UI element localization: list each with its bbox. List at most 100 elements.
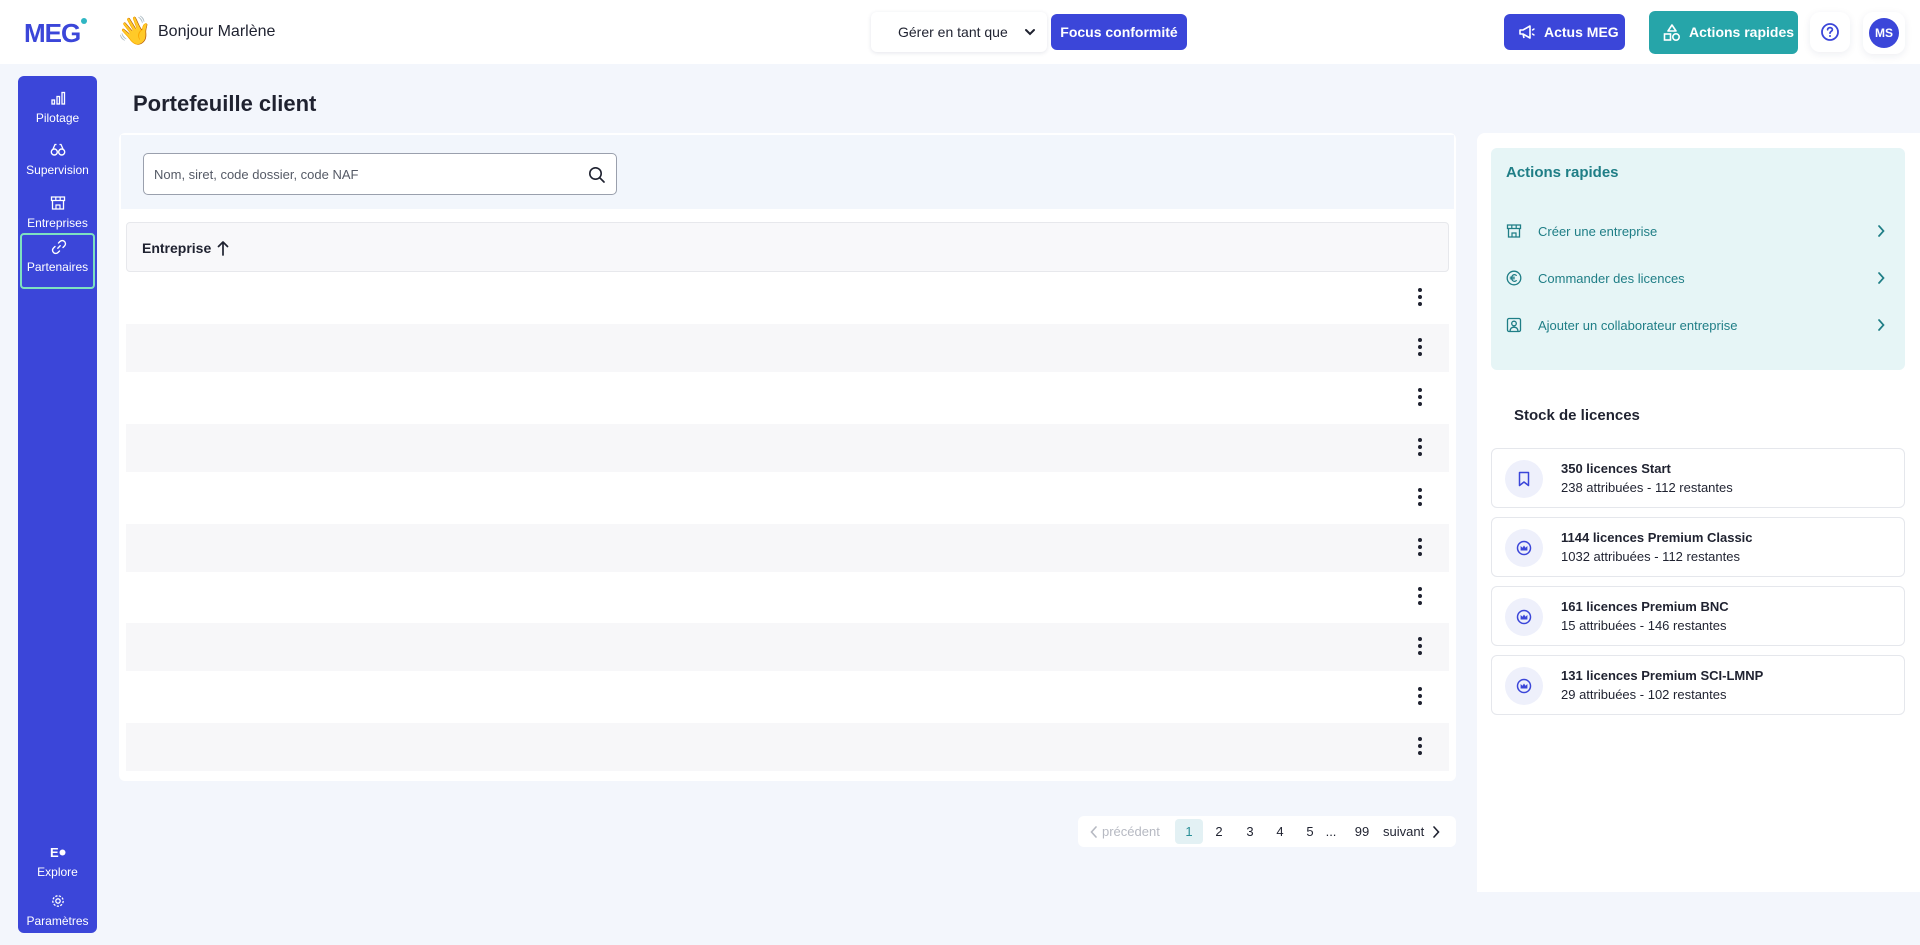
crown-icon: [1516, 609, 1532, 625]
more-options-icon[interactable]: [1417, 538, 1423, 558]
pagination-previous[interactable]: précédent: [1090, 816, 1160, 847]
euro-icon: [1506, 270, 1522, 286]
explore-icon: E: [50, 845, 66, 860]
sidebar-item-parametres[interactable]: Paramètres: [18, 887, 97, 937]
quick-actions-title: Actions rapides: [1506, 164, 1619, 181]
pagination-previous-label: précédent: [1102, 824, 1160, 839]
more-options-icon[interactable]: [1417, 637, 1423, 657]
table-row[interactable]: [126, 673, 1449, 721]
greeting-text: Bonjour Marlène: [158, 23, 276, 40]
right-column: Actions rapides Créer une entreprise Com…: [1477, 133, 1920, 892]
pagination-page[interactable]: 99: [1348, 816, 1376, 847]
licence-detail: 15 attribuées - 146 restantes: [1561, 618, 1727, 633]
more-options-icon[interactable]: [1417, 438, 1423, 458]
licence-title: 161 licences Premium BNC: [1561, 599, 1729, 614]
pagination-page[interactable]: 3: [1236, 816, 1264, 847]
table-row[interactable]: [126, 424, 1449, 472]
table-row[interactable]: [126, 324, 1449, 372]
pagination-page[interactable]: 2: [1205, 816, 1233, 847]
page-title: Portefeuille client: [133, 91, 317, 116]
portfolio-panel: Entreprise: [119, 133, 1456, 781]
chevron-right-icon: [1878, 319, 1885, 331]
table-row[interactable]: [126, 524, 1449, 572]
more-options-icon[interactable]: [1417, 488, 1423, 508]
sidebar-item-label: Partenaires: [26, 260, 89, 274]
more-options-icon[interactable]: [1417, 687, 1423, 707]
gear-icon: [52, 895, 64, 907]
chevron-down-icon: [1025, 29, 1035, 36]
sidebar-item-partenaires[interactable]: Partenaires: [20, 233, 95, 289]
store-icon: [1506, 224, 1522, 238]
crown-icon: [1516, 678, 1532, 694]
table-row[interactable]: [126, 623, 1449, 671]
top-bar: MEG 👋 Bonjour Marlène Gérer en tant que …: [0, 0, 1920, 64]
sidebar-item-pilotage[interactable]: Pilotage: [18, 84, 97, 134]
actus-meg-button[interactable]: Actus MEG: [1504, 14, 1625, 50]
actions-rapides-button[interactable]: Actions rapides: [1649, 11, 1798, 54]
chevron-right-icon: [1878, 225, 1885, 237]
actions-rapides-label: Actions rapides: [1689, 24, 1795, 40]
quick-action-label: Créer une entreprise: [1538, 224, 1658, 239]
more-options-icon[interactable]: [1417, 587, 1423, 607]
user-avatar[interactable]: MS: [1863, 12, 1905, 54]
user-badge-icon: [1506, 317, 1522, 333]
sidebar-item-label: Paramètres: [26, 914, 89, 928]
quick-action-order-licences[interactable]: Commander des licences: [1491, 260, 1905, 296]
megaphone-icon: [1519, 25, 1535, 39]
crown-icon: [1516, 540, 1532, 556]
focus-conformite-button[interactable]: Focus conformité: [1051, 14, 1187, 50]
pagination-ellipsis: ...: [1325, 824, 1337, 839]
table-row[interactable]: [126, 474, 1449, 522]
licence-title: 131 licences Premium SCI-LMNP: [1561, 668, 1764, 683]
quick-actions-box: Actions rapides Créer une entreprise Com…: [1491, 148, 1905, 370]
chevron-right-icon: [1878, 272, 1885, 284]
sidebar-item-supervision[interactable]: Supervision: [18, 136, 97, 186]
sidebar-item-label: Entreprises: [27, 216, 88, 230]
licence-card-premium-classic: 1144 licences Premium Classic 1032 attri…: [1491, 517, 1905, 577]
pagination-page[interactable]: 4: [1266, 816, 1294, 847]
licence-card-start: 350 licences Start 238 attribuées - 112 …: [1491, 448, 1905, 508]
licence-detail: 238 attribuées - 112 restantes: [1561, 480, 1733, 495]
more-options-icon[interactable]: [1417, 288, 1423, 308]
pagination-page[interactable]: 5: [1296, 816, 1324, 847]
quick-action-create-company[interactable]: Créer une entreprise: [1491, 213, 1905, 249]
bookmark-icon: [1518, 471, 1530, 487]
more-options-icon[interactable]: [1417, 737, 1423, 757]
more-options-icon[interactable]: [1417, 388, 1423, 408]
table-row[interactable]: [126, 573, 1449, 621]
meg-logo[interactable]: MEG: [24, 18, 88, 49]
licence-detail: 1032 attribuées - 112 restantes: [1561, 549, 1740, 564]
column-header-entreprise[interactable]: Entreprise: [142, 240, 211, 256]
pagination-next[interactable]: suivant: [1383, 816, 1440, 847]
binoculars-icon: [50, 143, 66, 156]
table-row[interactable]: [126, 723, 1449, 771]
table-row[interactable]: [126, 274, 1449, 322]
search-box[interactable]: [143, 153, 617, 195]
quick-action-label: Commander des licences: [1538, 271, 1685, 286]
help-button[interactable]: [1810, 12, 1850, 52]
search-icon[interactable]: [588, 166, 606, 184]
licence-icon-bubble: [1505, 529, 1543, 567]
search-area: [121, 135, 1454, 209]
sidebar-item-label: Explore: [37, 865, 78, 879]
sidebar-item-entreprises[interactable]: Entreprises: [18, 189, 97, 239]
licence-icon-bubble: [1505, 598, 1543, 636]
more-options-icon[interactable]: [1417, 338, 1423, 358]
table-row[interactable]: [126, 374, 1449, 422]
quick-action-label: Ajouter un collaborateur entreprise: [1538, 318, 1738, 333]
pagination-page[interactable]: 1: [1175, 819, 1203, 844]
quick-action-add-collaborator[interactable]: Ajouter un collaborateur entreprise: [1491, 307, 1905, 343]
help-icon: [1821, 23, 1839, 41]
licence-stock-title: Stock de licences: [1514, 407, 1640, 424]
search-input[interactable]: [154, 164, 574, 184]
licence-card-premium-sci-lmnp: 131 licences Premium SCI-LMNP 29 attribu…: [1491, 655, 1905, 715]
store-icon: [50, 196, 66, 210]
sidebar-item-label: Supervision: [26, 163, 89, 177]
sort-ascending-icon[interactable]: [215, 239, 231, 257]
sidebar-item-explore[interactable]: E Explore: [18, 838, 97, 888]
actus-meg-label: Actus MEG: [1544, 24, 1619, 40]
licence-icon-bubble: [1505, 460, 1543, 498]
manage-as-dropdown[interactable]: Gérer en tant que: [871, 12, 1047, 52]
link-icon: [51, 239, 67, 255]
pagination: précédent 1 2 3 4 5 ... 99 suivant: [1078, 816, 1456, 847]
